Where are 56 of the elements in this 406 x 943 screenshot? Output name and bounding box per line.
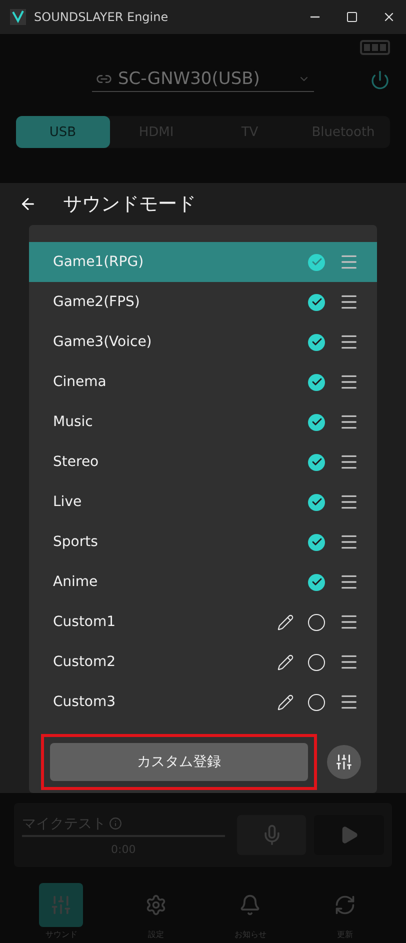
mode-name: Sports bbox=[53, 534, 99, 550]
mode-row[interactable]: Cinema bbox=[29, 362, 377, 402]
edit-icon[interactable] bbox=[277, 694, 294, 710]
sliders-icon bbox=[335, 753, 353, 771]
settings-icon bbox=[144, 894, 167, 916]
mode-row[interactable]: Live bbox=[29, 482, 377, 522]
close-icon[interactable] bbox=[382, 10, 396, 24]
sheet-title: サウンドモード bbox=[63, 192, 196, 217]
refresh-icon bbox=[334, 894, 356, 916]
mode-name: Anime bbox=[53, 574, 99, 590]
check-icon[interactable] bbox=[308, 254, 325, 270]
mode-row[interactable]: Game1(RPG) bbox=[29, 242, 377, 282]
device-name: SC-GNW30(USB) bbox=[118, 69, 261, 89]
mode-name: Cinema bbox=[53, 374, 108, 390]
check-icon[interactable] bbox=[308, 454, 325, 470]
edit-icon[interactable] bbox=[277, 654, 294, 670]
mode-name: Custom2 bbox=[53, 654, 117, 670]
check-icon[interactable] bbox=[308, 574, 325, 590]
check-icon[interactable] bbox=[308, 334, 325, 350]
mode-row[interactable]: Custom3 bbox=[29, 682, 377, 722]
custom-register-button[interactable]: カスタム登録 bbox=[50, 743, 308, 781]
power-icon[interactable] bbox=[370, 70, 390, 90]
check-icon[interactable] bbox=[308, 374, 325, 390]
maximize-icon[interactable] bbox=[346, 11, 358, 23]
mode-row[interactable]: Game3(Voice) bbox=[29, 322, 377, 362]
device-select[interactable]: SC-GNW30(USB) bbox=[92, 67, 314, 92]
check-icon[interactable] bbox=[308, 414, 325, 430]
equalizer-button[interactable] bbox=[327, 745, 361, 779]
mode-row[interactable]: Music bbox=[29, 402, 377, 442]
back-icon[interactable] bbox=[19, 195, 37, 213]
mode-row[interactable]: Sports bbox=[29, 522, 377, 562]
mode-row[interactable]: Stereo bbox=[29, 442, 377, 482]
check-icon[interactable] bbox=[308, 294, 325, 310]
mode-name: Game3(Voice) bbox=[53, 334, 153, 350]
mode-row[interactable]: Custom2 bbox=[29, 642, 377, 682]
mode-row[interactable]: Game2(FPS) bbox=[29, 282, 377, 322]
sliders-icon bbox=[50, 894, 72, 916]
mode-name: Live bbox=[53, 494, 83, 510]
mode-name: Custom1 bbox=[53, 614, 117, 630]
radio-circle[interactable] bbox=[308, 614, 325, 630]
radio-circle[interactable] bbox=[308, 694, 325, 710]
logo-icon bbox=[10, 9, 26, 25]
radio-circle[interactable] bbox=[308, 654, 325, 670]
mode-row[interactable]: Anime bbox=[29, 562, 377, 602]
battery-icon bbox=[360, 40, 390, 55]
mode-name: Music bbox=[53, 414, 94, 430]
check-icon[interactable] bbox=[308, 494, 325, 510]
check-icon[interactable] bbox=[308, 534, 325, 550]
window-title: SOUNDSLAYER Engine bbox=[34, 10, 170, 24]
mode-name: Game2(FPS) bbox=[53, 294, 141, 310]
mode-row[interactable]: Custom1 bbox=[29, 602, 377, 642]
mode-name: Custom3 bbox=[53, 694, 117, 710]
edit-icon[interactable] bbox=[277, 614, 294, 630]
mode-name: Stereo bbox=[53, 454, 100, 470]
bell-icon bbox=[239, 894, 262, 916]
mode-name: Game1(RPG) bbox=[53, 254, 145, 270]
